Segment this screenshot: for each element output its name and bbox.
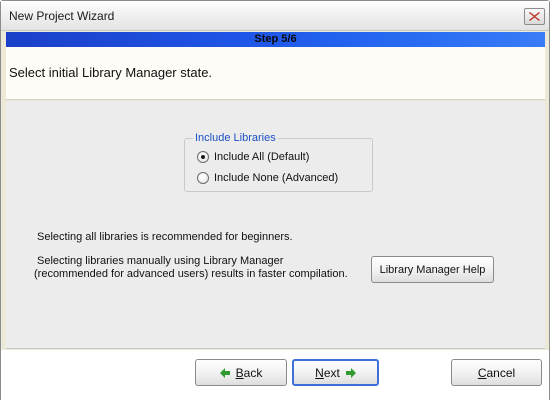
include-all-option[interactable]: Include All (Default) <box>197 150 309 164</box>
cancel-label: Cancel <box>478 366 515 380</box>
arrow-left-icon <box>219 367 230 378</box>
include-none-label[interactable]: Include None (Advanced) <box>214 172 338 184</box>
back-label: Back <box>236 366 263 380</box>
arrow-right-icon <box>345 367 356 378</box>
cancel-label-rest: ancel <box>486 365 516 380</box>
next-mnemonic: N <box>315 365 324 380</box>
cancel-button[interactable]: Cancel <box>451 359 542 386</box>
header-instruction: Select initial Library Manager state. <box>9 65 213 80</box>
step-progress-bar: Step 5/6 <box>6 32 545 47</box>
advanced-info-line-2: (recommended for advanced users) results… <box>34 268 348 280</box>
window-title: New Project Wizard <box>9 9 115 23</box>
back-label-rest: ack <box>243 365 263 380</box>
back-button[interactable]: Back <box>195 359 287 386</box>
wizard-window: New Project Wizard Step 5/6 Select initi… <box>0 0 550 400</box>
header-panel: Select initial Library Manager state. <box>6 47 545 100</box>
next-label-rest: ext <box>323 365 340 380</box>
content-panel: Include Libraries Include All (Default) … <box>6 101 545 349</box>
include-none-option[interactable]: Include None (Advanced) <box>197 171 338 185</box>
title-bar[interactable]: New Project Wizard <box>1 1 549 31</box>
library-manager-help-button[interactable]: Library Manager Help <box>371 256 494 283</box>
group-legend: Include Libraries <box>193 132 278 144</box>
next-button[interactable]: Next <box>292 359 379 386</box>
next-label: Next <box>315 366 340 380</box>
include-none-radio[interactable] <box>197 172 209 184</box>
include-all-label[interactable]: Include All (Default) <box>214 151 309 163</box>
include-all-radio[interactable] <box>197 151 209 163</box>
close-icon <box>529 12 540 21</box>
step-label: Step 5/6 <box>254 33 297 45</box>
advanced-info-line-1: Selecting libraries manually using Libra… <box>37 255 284 267</box>
advanced-info-text: Selecting libraries manually using Libra… <box>34 255 348 281</box>
close-button[interactable] <box>524 8 545 25</box>
include-libraries-group: Include Libraries Include All (Default) … <box>184 132 373 192</box>
footer-bar: Back Next Cancel <box>1 350 549 400</box>
back-mnemonic: B <box>235 365 244 380</box>
beginner-info-text: Selecting all libraries is recommended f… <box>37 231 293 243</box>
